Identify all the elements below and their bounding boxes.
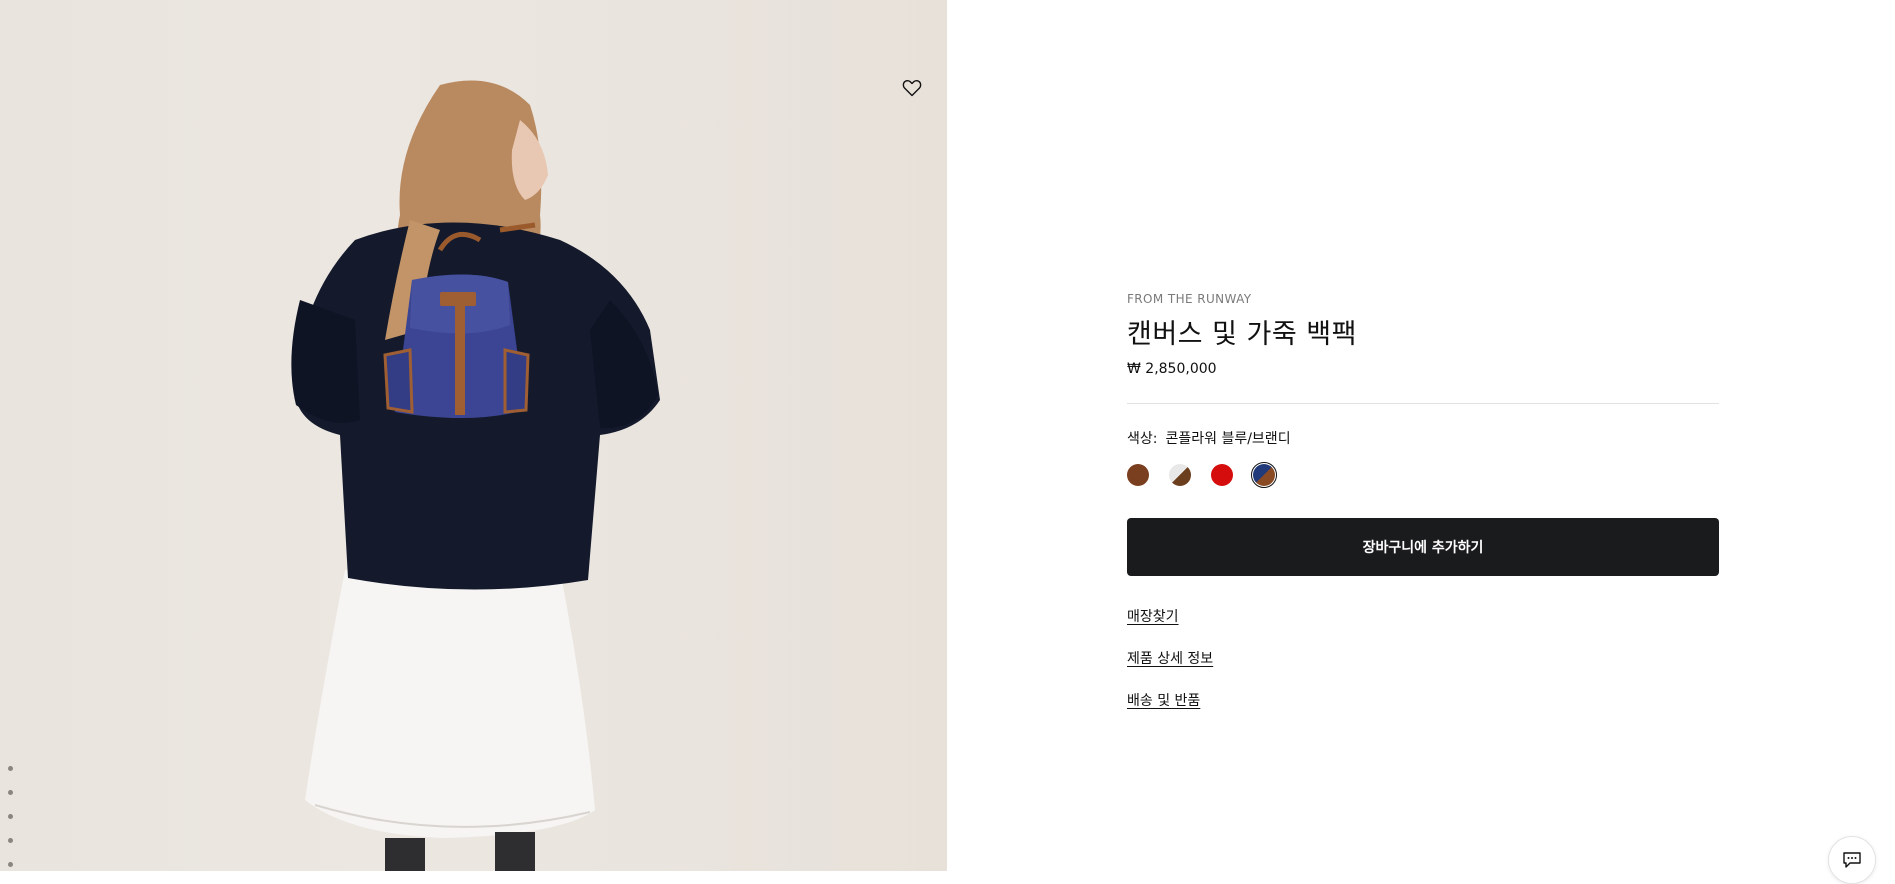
swatch-fill: [1211, 464, 1233, 486]
chat-button[interactable]: [1828, 836, 1876, 884]
gallery-dot[interactable]: [8, 766, 13, 771]
swatch-fill: [1169, 464, 1191, 486]
product-price: ₩ 2,850,000: [1127, 361, 1217, 377]
color-label: 색상:: [1127, 431, 1158, 447]
gallery-dot[interactable]: [8, 814, 13, 819]
swatch-fill: [1127, 464, 1149, 486]
product-image-gallery[interactable]: [0, 0, 947, 871]
divider: [1127, 403, 1719, 404]
find-store-link[interactable]: 매장찾기: [1127, 606, 1719, 626]
chat-icon: [1843, 852, 1861, 868]
gallery-pagination: [8, 766, 13, 871]
heart-icon: [902, 80, 922, 97]
gallery-dot[interactable]: [8, 790, 13, 795]
color-swatch-brown[interactable]: [1125, 462, 1151, 488]
color-value: 콘플라워 블루/브랜디: [1165, 431, 1291, 447]
color-swatch-white-brown[interactable]: [1167, 462, 1193, 488]
shipping-returns-link[interactable]: 배송 및 반품: [1127, 690, 1719, 710]
product-title: 캔버스 및 가죽 백팩: [1127, 319, 1357, 350]
color-swatch-cornflower-blue-brandy[interactable]: [1251, 462, 1277, 488]
product-info-panel: FROM THE RUNWAY 캔버스 및 가죽 백팩 ₩ 2,850,000 …: [1127, 292, 1719, 732]
wishlist-button[interactable]: [900, 76, 924, 100]
gallery-dot[interactable]: [8, 862, 13, 867]
color-swatch-red[interactable]: [1209, 462, 1235, 488]
product-eyebrow: FROM THE RUNWAY: [1127, 292, 1252, 306]
color-selection: 색상: 콘플라워 블루/브랜디: [1127, 428, 1719, 448]
product-details-link[interactable]: 제품 상세 정보: [1127, 648, 1719, 668]
gallery-dot[interactable]: [8, 838, 13, 843]
swatch-fill: [1253, 464, 1275, 486]
color-swatches: [1125, 462, 1719, 488]
add-to-cart-button[interactable]: 장바구니에 추가하기: [1127, 518, 1719, 576]
product-photo: [291, 80, 660, 871]
